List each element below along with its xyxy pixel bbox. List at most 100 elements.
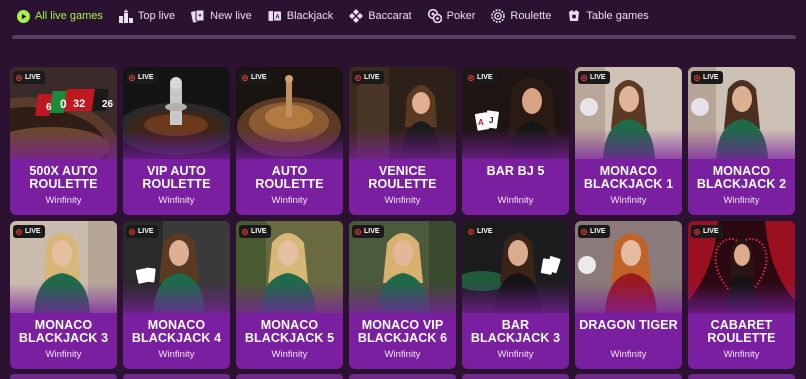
live-dot-icon [581,74,587,81]
nav-item-top-live[interactable]: Top live [118,0,175,32]
game-card-peek[interactable] [575,374,682,379]
live-badge: LIVE [13,71,45,84]
game-provider: Winfinity [384,195,421,206]
nav-item-label: Blackjack [286,10,334,22]
svg-text:6: 6 [46,102,52,113]
game-card-peek[interactable] [123,374,230,379]
game-card-peek[interactable] [462,374,569,379]
live-badge: LIVE [239,71,271,84]
live-badge: LIVE [126,71,158,84]
card-fade [236,129,343,169]
game-card[interactable]: 0 32 26 6 LIVE 500X AUTO ROULETTE Winfin… [10,67,117,215]
game-card[interactable]: LIVE MONACO BLACKJACK 2 Winfinity [688,67,795,215]
live-badge-label: LIVE [590,228,606,235]
game-card[interactable]: LIVE BAR BLACKJACK 3 Winfinity [462,221,569,369]
live-badge-label: LIVE [25,228,41,235]
card-fade [10,129,117,169]
category-scrollbar[interactable] [12,35,796,39]
game-card-peek[interactable] [236,374,343,379]
game-card[interactable]: LIVE MONACO BLACKJACK 3 Winfinity [10,221,117,369]
game-provider: Winfinity [610,349,647,360]
scrollbar-thumb[interactable] [12,35,796,39]
card-fade [688,283,795,323]
game-provider: Winfinity [723,195,760,206]
live-badge-label: LIVE [138,228,154,235]
card-fade [575,129,682,169]
nav-item-all-live-games[interactable]: All live games [16,0,103,32]
game-card[interactable]: A J LIVE BAR BJ 5 Winfinity [462,67,569,215]
game-card[interactable]: LIVE CABARET ROULETTE Winfinity [688,221,795,369]
nav-item-label: All live games [35,10,103,22]
card-fade [10,283,117,323]
live-badge: LIVE [578,225,610,238]
live-dot-icon [468,228,474,235]
live-dot-icon [581,228,587,235]
roulette-wheel-icon [491,9,506,23]
game-card-peek[interactable] [349,374,456,379]
nav-item-label: Table games [586,10,649,22]
game-card[interactable]: LIVE MONACO VIP BLACKJACK 6 Winfinity [349,221,456,369]
game-title: MONACO BLACKJACK 5 [244,318,335,345]
svg-text:A: A [478,118,484,127]
live-badge: LIVE [691,71,723,84]
game-provider: Winfinity [723,349,760,360]
live-badge: LIVE [465,225,497,238]
live-badge-label: LIVE [251,228,267,235]
game-title: VIP AUTO ROULETTE [142,164,211,191]
game-title: MONACO BLACKJACK 4 [131,318,222,345]
live-badge: LIVE [465,71,497,84]
game-card-peek[interactable] [10,374,117,379]
game-card[interactable]: LIVE MONACO BLACKJACK 1 Winfinity [575,67,682,215]
live-dot-icon [468,74,474,81]
live-badge-label: LIVE [25,74,41,81]
live-dot-icon [694,74,700,81]
game-title: MONACO BLACKJACK 2 [696,164,787,191]
live-badge: LIVE [691,225,723,238]
live-badge-label: LIVE [364,228,380,235]
nav-item-new-live[interactable]: New live [191,0,252,32]
nav-item-blackjack[interactable]: A Blackjack [268,0,333,32]
live-badge: LIVE [352,71,384,84]
nav-item-label: Baccarat [368,10,412,22]
game-provider: Winfinity [45,195,82,206]
game-title: MONACO BLACKJACK 1 [583,164,674,191]
game-provider: Winfinity [271,195,308,206]
game-card[interactable]: LIVE VENICE ROULETTE Winfinity [349,67,456,215]
nav-item-baccarat[interactable]: Baccarat [349,0,412,32]
game-provider: Winfinity [158,195,195,206]
live-badge: LIVE [126,225,158,238]
game-title: 500X AUTO ROULETTE [29,164,98,191]
game-title: AUTO ROULETTE [255,164,324,191]
live-badge-label: LIVE [477,74,493,81]
live-dot-icon [16,74,22,81]
game-card-peek[interactable] [688,374,795,379]
live-dot-icon [355,74,361,81]
card-fade [462,129,569,169]
game-card[interactable]: LIVE VIP AUTO ROULETTE Winfinity [123,67,230,215]
live-badge-label: LIVE [590,74,606,81]
new-cards-icon [191,9,205,23]
live-badge: LIVE [352,225,384,238]
game-card[interactable]: LIVE AUTO ROULETTE Winfinity [236,67,343,215]
game-card[interactable]: LIVE MONACO BLACKJACK 5 Winfinity [236,221,343,369]
card-fade [462,283,569,323]
live-dot-icon [129,74,135,81]
game-title: CABARET ROULETTE [707,318,776,345]
game-title: MONACO BLACKJACK 3 [18,318,109,345]
game-provider: Winfinity [271,349,308,360]
live-badge: LIVE [13,225,45,238]
nav-item-poker[interactable]: Poker [427,0,475,32]
svg-text:0: 0 [60,97,67,111]
next-row-peek [10,374,796,379]
nav-item-table-games[interactable]: Table games [567,0,649,32]
game-card[interactable]: LIVE MONACO BLACKJACK 4 Winfinity [123,221,230,369]
game-provider: Winfinity [384,349,421,360]
game-provider: Winfinity [497,349,534,360]
live-badge: LIVE [578,71,610,84]
live-dot-icon [242,228,248,235]
nav-item-roulette[interactable]: Roulette [491,0,551,32]
live-badge-label: LIVE [251,74,267,81]
live-dot-icon [694,228,700,235]
game-card[interactable]: LIVE DRAGON TIGER Winfinity [575,221,682,369]
svg-text:26: 26 [102,99,114,110]
